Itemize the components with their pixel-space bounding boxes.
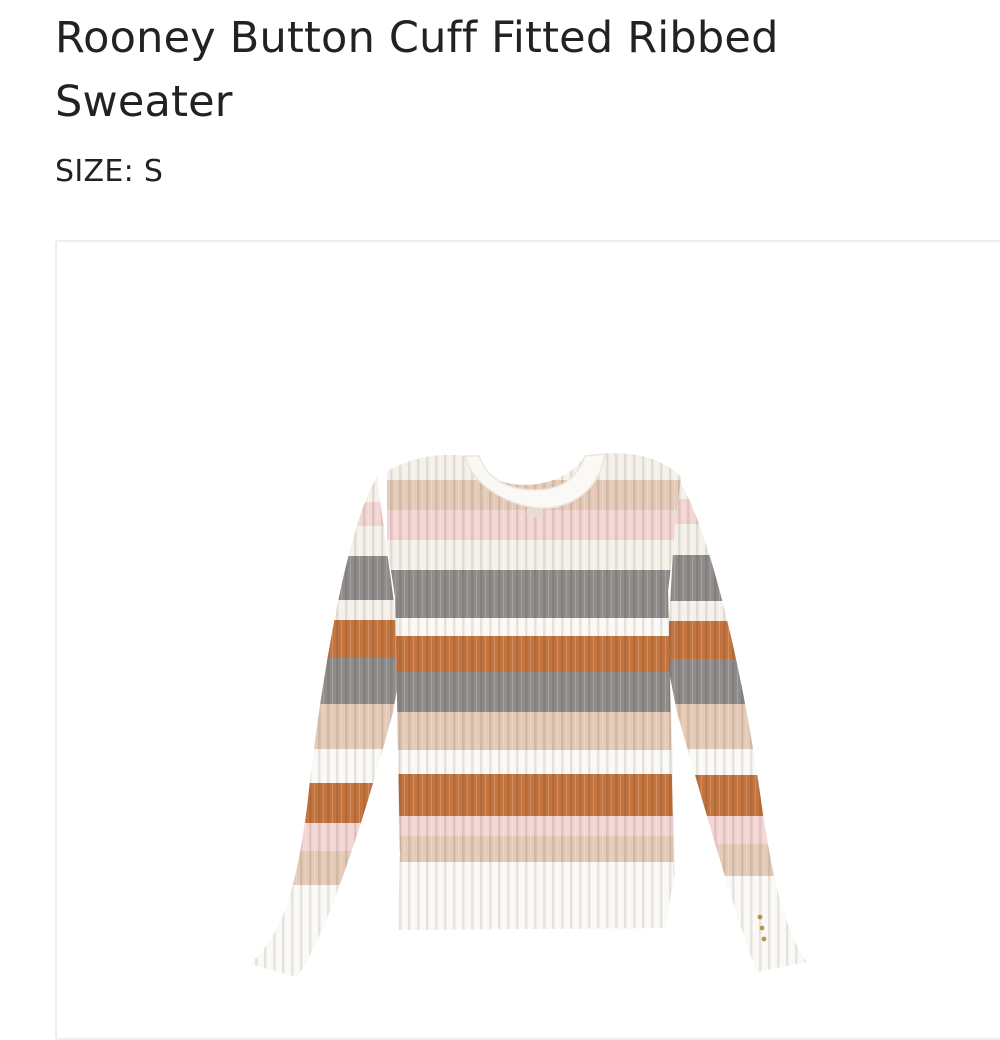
product-image-card[interactable] xyxy=(55,240,1000,1040)
product-title: Rooney Button Cuff Fitted Ribbed Sweater xyxy=(55,13,779,127)
sweater-image xyxy=(250,453,807,977)
size-label: SIZE: S xyxy=(55,154,164,189)
label-tag xyxy=(527,508,543,517)
